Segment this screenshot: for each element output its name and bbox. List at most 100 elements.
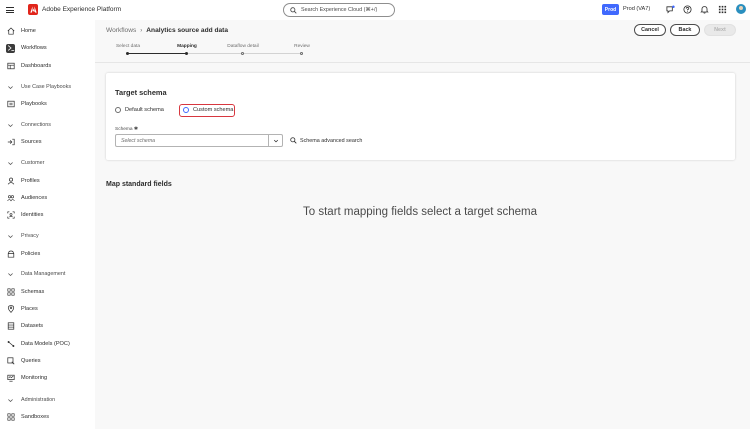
profiles-icon bbox=[6, 177, 15, 186]
step-dot bbox=[185, 52, 188, 55]
sidebar-item-datasets[interactable]: Datasets bbox=[0, 319, 95, 333]
sidebar-item-places[interactable]: Places bbox=[0, 302, 95, 316]
sidebar-item-data-models[interactable]: Data Models (POC) bbox=[0, 337, 95, 351]
page-title: Analytics source add data bbox=[146, 27, 229, 34]
step-select-data[interactable]: Select data bbox=[108, 44, 148, 55]
sidebar-group-connections[interactable]: Connections bbox=[0, 119, 95, 131]
data-models-icon bbox=[6, 340, 15, 349]
chevron-down-icon bbox=[8, 398, 13, 402]
sidebar-item-label: Home bbox=[21, 28, 36, 34]
sidebar-item-label: Dashboards bbox=[21, 63, 52, 69]
sidebar-item-home[interactable]: Home bbox=[0, 24, 95, 38]
schema-select-toggle[interactable] bbox=[268, 135, 282, 146]
default-schema-radio[interactable]: Default schema bbox=[115, 107, 164, 113]
avatar[interactable] bbox=[736, 4, 746, 14]
empty-state-message: To start mapping fields select a target … bbox=[303, 206, 537, 218]
sidebar-item-label: Workflows bbox=[21, 45, 47, 51]
top-bar: Adobe Experience Platform Search Experie… bbox=[0, 0, 750, 20]
step-label: Dataflow detail bbox=[227, 44, 259, 49]
sidebar-item-schemas[interactable]: Schemas bbox=[0, 285, 95, 299]
sidebar-item-label: Monitoring bbox=[21, 375, 48, 381]
sidebar-group-use-case-playbooks[interactable]: Use Case Playbooks bbox=[0, 81, 95, 93]
dashboards-icon bbox=[6, 62, 15, 71]
home-icon bbox=[6, 27, 15, 36]
schema-select[interactable]: Select schema bbox=[115, 134, 283, 147]
sidebar-group-label: Customer bbox=[21, 160, 45, 166]
step-dataflow-detail[interactable]: Dataflow detail bbox=[223, 44, 263, 55]
breadcrumb: Workflows › Analytics source add data bbox=[106, 27, 228, 34]
sidebar-item-playbooks[interactable]: Playbooks bbox=[0, 97, 95, 111]
queries-icon bbox=[6, 357, 15, 366]
sidebar-item-workflows[interactable]: Workflows bbox=[0, 41, 95, 55]
cancel-button[interactable]: Cancel bbox=[634, 24, 666, 36]
schemas-icon bbox=[6, 288, 15, 297]
datasets-icon bbox=[6, 322, 15, 331]
target-schema-card: Target schema Default schema Custom sche… bbox=[106, 73, 735, 160]
sidebar-group-label: Privacy bbox=[21, 233, 39, 239]
sidebar-item-queries[interactable]: Queries bbox=[0, 354, 95, 368]
sidebar-item-sources[interactable]: Sources bbox=[0, 135, 95, 149]
sidebar: Home Workflows Dashboards Use Case Playb… bbox=[0, 20, 95, 429]
sidebar-group-privacy[interactable]: Privacy bbox=[0, 230, 95, 242]
main-content: Workflows › Analytics source add data Ca… bbox=[95, 20, 750, 429]
schema-advanced-search-button[interactable]: Schema advanced search bbox=[290, 137, 362, 144]
sidebar-item-dashboards[interactable]: Dashboards bbox=[0, 59, 95, 73]
sidebar-item-label: Queries bbox=[21, 358, 41, 364]
playbooks-icon bbox=[6, 100, 15, 109]
notifications-icon[interactable] bbox=[699, 4, 710, 15]
sidebar-item-audiences[interactable]: Audiences bbox=[0, 191, 95, 205]
chevron-down-icon bbox=[8, 272, 13, 276]
sidebar-item-label: Sources bbox=[21, 139, 42, 145]
feedback-icon[interactable] bbox=[665, 4, 676, 15]
sidebar-item-policies[interactable]: Policies bbox=[0, 247, 95, 261]
sidebar-item-label: Audiences bbox=[21, 195, 48, 201]
sidebar-item-sandboxes[interactable]: Sandboxes bbox=[0, 410, 95, 424]
radio-circle bbox=[183, 107, 189, 113]
sidebar-group-data-management[interactable]: Data Management bbox=[0, 268, 95, 280]
step-indicator: Select data Mapping Dataflow detail Revi… bbox=[112, 44, 310, 58]
custom-schema-radio[interactable]: Custom schema bbox=[183, 107, 233, 113]
step-mapping[interactable]: Mapping bbox=[167, 44, 207, 55]
places-icon bbox=[6, 305, 15, 314]
breadcrumb-workflows[interactable]: Workflows bbox=[106, 27, 136, 34]
identities-icon bbox=[6, 211, 15, 220]
search-input[interactable]: Search Experience Cloud (⌘+/) bbox=[283, 3, 395, 17]
step-label: Mapping bbox=[177, 44, 197, 49]
back-button[interactable]: Back bbox=[670, 24, 700, 36]
sidebar-item-label: Profiles bbox=[21, 178, 40, 184]
chevron-down-icon bbox=[8, 161, 13, 165]
chevron-down-icon bbox=[273, 139, 278, 142]
sidebar-group-customer[interactable]: Customer bbox=[0, 157, 95, 169]
workflows-icon bbox=[6, 43, 15, 53]
sidebar-item-label: Places bbox=[21, 306, 38, 312]
sidebar-group-label: Use Case Playbooks bbox=[21, 84, 72, 90]
step-dot bbox=[300, 52, 303, 55]
org-switcher[interactable]: Prod (VA7) bbox=[623, 6, 650, 12]
step-dot bbox=[241, 52, 244, 55]
sidebar-group-administration[interactable]: Administration bbox=[0, 394, 95, 406]
sidebar-item-label: Identities bbox=[21, 212, 44, 218]
sidebar-item-identities[interactable]: Identities bbox=[0, 208, 95, 222]
map-fields-heading: Map standard fields bbox=[106, 181, 172, 188]
sidebar-group-label: Data Management bbox=[21, 271, 66, 277]
org-badge[interactable]: Prod bbox=[602, 4, 619, 15]
next-button[interactable]: Next bbox=[704, 24, 736, 36]
target-schema-title: Target schema bbox=[115, 88, 167, 97]
apps-grid-icon[interactable] bbox=[717, 4, 728, 15]
sidebar-item-monitoring[interactable]: Monitoring bbox=[0, 371, 95, 385]
chevron-down-icon bbox=[8, 234, 13, 238]
sandboxes-icon bbox=[6, 413, 15, 422]
adobe-logo-icon[interactable] bbox=[28, 4, 38, 15]
sources-icon bbox=[6, 138, 15, 147]
sidebar-item-label: Datasets bbox=[21, 323, 44, 329]
sidebar-item-profiles[interactable]: Profiles bbox=[0, 174, 95, 188]
header-divider bbox=[95, 62, 750, 63]
monitoring-icon bbox=[6, 374, 15, 383]
step-review[interactable]: Review bbox=[282, 44, 322, 55]
help-icon[interactable] bbox=[682, 4, 693, 15]
schema-field-label: Schema ✱ bbox=[115, 127, 138, 132]
app-title[interactable]: Adobe Experience Platform bbox=[42, 6, 121, 13]
step-label: Review bbox=[294, 44, 310, 49]
menu-icon[interactable] bbox=[6, 5, 14, 15]
sidebar-item-label: Policies bbox=[21, 251, 41, 257]
